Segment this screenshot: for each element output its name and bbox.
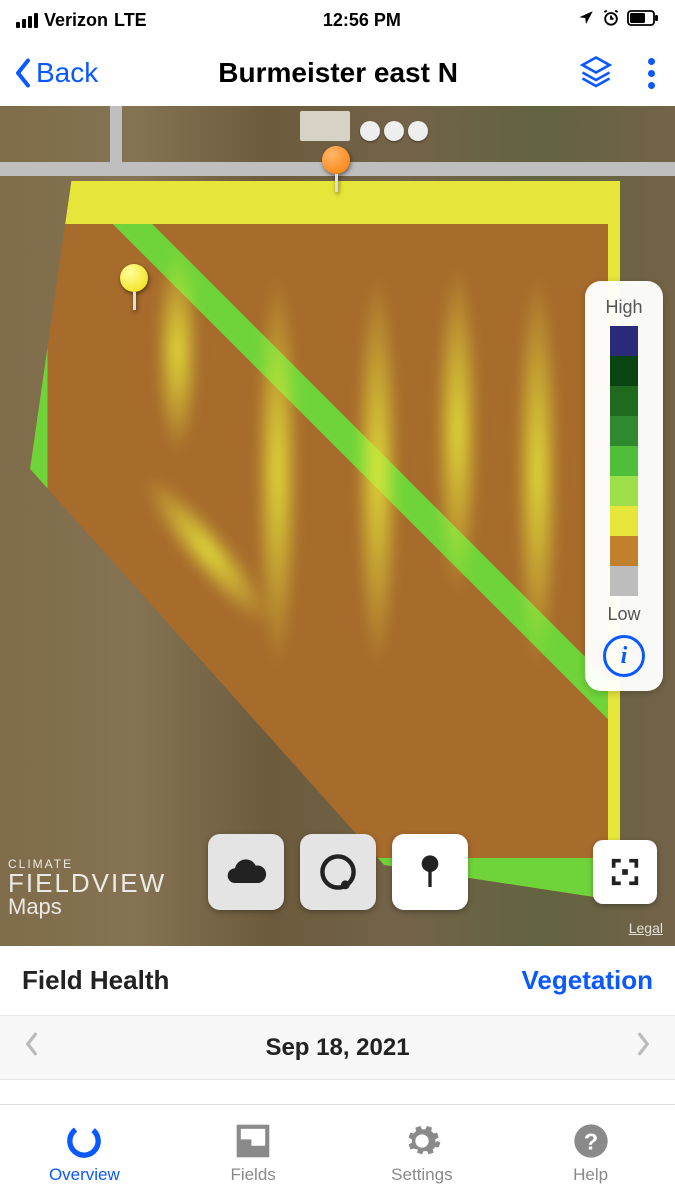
tab-label: Overview — [49, 1165, 120, 1185]
prev-date-button[interactable] — [22, 1031, 40, 1064]
circle-tool-button[interactable] — [300, 834, 376, 910]
location-icon — [577, 9, 595, 32]
circle-icon — [316, 850, 360, 894]
network-label: LTE — [114, 10, 147, 31]
pin-icon — [410, 852, 450, 892]
vegetation-selector[interactable]: Vegetation — [522, 965, 653, 996]
carrier-label: Verizon — [44, 10, 108, 31]
map-pin-orange[interactable] — [322, 146, 350, 188]
section-header: Field Health Vegetation — [0, 946, 675, 1016]
tab-settings[interactable]: Settings — [338, 1105, 507, 1200]
map-attribution: CLIMATE FIELDVIEW Maps — [8, 858, 166, 918]
tab-bar: Overview Fields Settings ? Help — [0, 1104, 675, 1200]
legal-link[interactable]: Legal — [629, 920, 663, 936]
tab-fields[interactable]: Fields — [169, 1105, 338, 1200]
current-date[interactable]: Sep 18, 2021 — [265, 1034, 409, 1062]
map-pin-yellow[interactable] — [120, 264, 148, 306]
cloud-layer-button[interactable] — [208, 834, 284, 910]
status-bar: Verizon LTE 12:56 PM — [0, 0, 675, 40]
battery-icon — [627, 10, 659, 31]
back-label: Back — [36, 57, 98, 89]
clock-label: 12:56 PM — [323, 10, 401, 31]
page-title: Burmeister east N — [218, 57, 458, 89]
map-view[interactable]: High Low i CLIMATE FIELDVIEW Maps Legal — [0, 106, 675, 946]
back-button[interactable]: Back — [12, 57, 98, 89]
fullscreen-icon — [608, 855, 642, 889]
gear-icon — [402, 1121, 442, 1161]
more-button[interactable] — [640, 50, 663, 97]
legend-high-label: High — [605, 297, 642, 318]
alarm-icon — [601, 8, 621, 33]
cloud-icon — [224, 850, 268, 894]
layers-button[interactable] — [578, 53, 614, 94]
road — [110, 106, 122, 176]
legend-scale — [610, 326, 638, 596]
next-date-button[interactable] — [635, 1031, 653, 1064]
fullscreen-button[interactable] — [593, 840, 657, 904]
overview-icon — [64, 1121, 104, 1161]
date-selector: Sep 18, 2021 — [0, 1016, 675, 1080]
map-provider: Maps — [8, 894, 62, 919]
fields-icon — [234, 1121, 272, 1161]
tab-label: Fields — [230, 1165, 275, 1185]
attribution-product: FIELDVIEW — [8, 870, 166, 896]
info-button[interactable]: i — [603, 635, 645, 677]
help-icon: ? — [571, 1121, 611, 1161]
section-title: Field Health — [22, 965, 169, 996]
signal-icon — [16, 13, 38, 28]
tab-label: Settings — [391, 1165, 452, 1185]
tab-help[interactable]: ? Help — [506, 1105, 675, 1200]
tab-label: Help — [573, 1165, 608, 1185]
nav-bar: Back Burmeister east N — [0, 40, 675, 106]
legend-low-label: Low — [607, 604, 640, 625]
pin-tool-button[interactable] — [392, 834, 468, 910]
tab-overview[interactable]: Overview — [0, 1105, 169, 1200]
svg-text:?: ? — [584, 1128, 598, 1154]
heatmap-legend: High Low i — [585, 281, 663, 691]
